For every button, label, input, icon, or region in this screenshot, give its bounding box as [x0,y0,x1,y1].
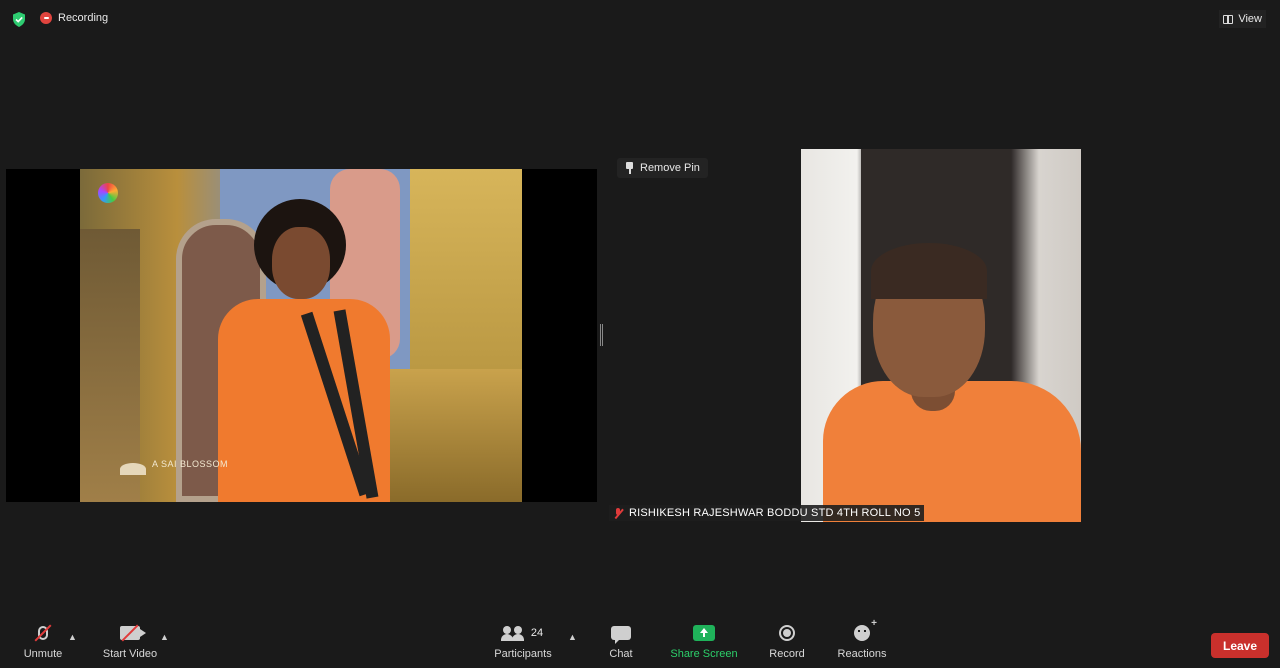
participant-hair [871,243,987,299]
reactions-icon-wrap [854,618,877,646]
participant-name-tag: RISHIKESH RAJESHWAR BODDU STD 4TH ROLL N… [609,505,925,521]
record-label: Record [769,648,805,660]
share-screen-icon [693,625,715,641]
grid-view-icon [1223,14,1234,24]
chat-icon-wrap [611,620,631,646]
start-video-label: Start Video [102,648,158,660]
view-button[interactable]: View [1219,10,1266,28]
meeting-toolbar: Unmute ▲ Start Video ▲ 24 Participants ▲… [0,618,1280,668]
channel-logo-icon [98,183,118,203]
start-video-button[interactable]: Start Video [90,620,170,660]
recording-label: Recording [58,12,109,24]
participants-button[interactable]: 24 Participants [483,620,563,660]
participants-icon [500,626,527,641]
participants-icon-wrap: 24 [500,620,544,646]
security-shield-icon[interactable] [12,12,26,27]
chat-button[interactable]: Chat [581,620,661,660]
reactions-button[interactable]: Reactions [822,618,902,660]
chat-label: Chat [609,648,633,660]
split-view-drag-handle[interactable] [600,324,603,346]
speaker-face [272,227,330,299]
remove-pin-label: Remove Pin [640,162,700,174]
record-button[interactable]: Record [747,620,827,660]
pin-icon [625,162,634,174]
video-icon-wrap [120,620,146,646]
shared-video-frame: A SAI BLOSSOM [80,169,522,502]
share-icon-wrap [693,620,715,646]
share-screen-label: Share Screen [670,648,738,660]
record-icon [779,625,795,641]
leave-button[interactable]: Leave [1211,633,1269,658]
chat-bubble-icon [611,626,631,644]
recording-icon [40,12,52,24]
unmute-label: Unmute [23,648,63,660]
unmute-icon-wrap [34,620,52,646]
smiley-face-icon [854,618,877,641]
muted-mic-icon [613,507,623,519]
shared-screen-video[interactable]: A SAI BLOSSOM [6,169,597,502]
share-screen-button[interactable]: Share Screen [664,620,744,660]
participants-options-chevron-icon[interactable]: ▲ [568,632,577,642]
participant-name: RISHIKESH RAJESHWAR BODDU STD 4TH ROLL N… [629,507,921,519]
participants-label: Participants [494,648,552,660]
participants-count: 24 [530,627,544,639]
reactions-label: Reactions [837,648,887,660]
video-watermark: A SAI BLOSSOM [152,459,229,469]
participant-video[interactable] [801,149,1081,522]
meeting-top-bar: Recording View [0,0,1280,38]
audio-options-chevron-icon[interactable]: ▲ [68,632,77,642]
video-options-chevron-icon[interactable]: ▲ [160,632,169,642]
recording-indicator[interactable]: Recording [40,12,108,24]
view-label: View [1238,13,1262,25]
lotus-logo-icon [120,463,146,475]
statue-background [80,229,140,502]
participant-shirt [823,381,1081,522]
record-icon-wrap [779,620,795,646]
remove-pin-button[interactable]: Remove Pin [617,158,708,178]
